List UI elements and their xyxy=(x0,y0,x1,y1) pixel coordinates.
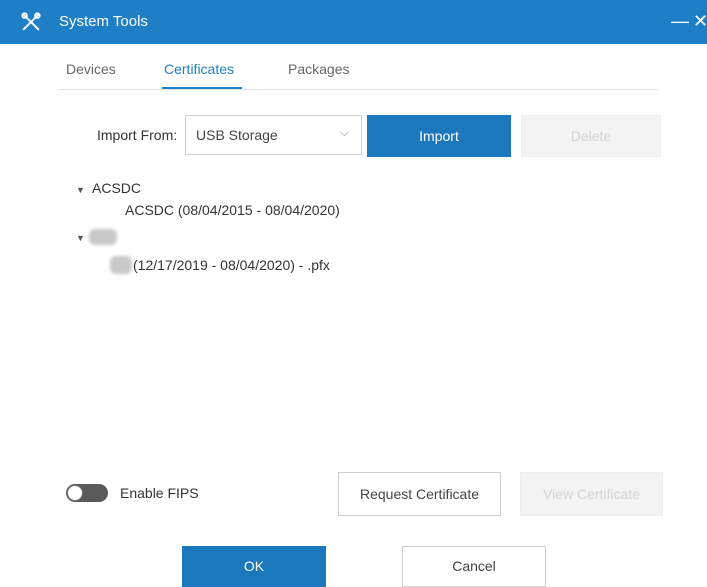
import-source-value: USB Storage xyxy=(196,127,278,143)
view-certificate-button: View Certificate xyxy=(520,472,663,516)
title-bar: System Tools — ✕ xyxy=(0,0,707,44)
cert-item-acsdc[interactable]: ACSDC (08/04/2015 - 08/04/2020) xyxy=(125,202,340,218)
chevron-down-icon: ⌵ xyxy=(339,125,349,139)
cancel-button[interactable]: Cancel xyxy=(402,546,546,587)
cert-group-acsdc[interactable]: ACSDC xyxy=(92,180,141,196)
import-from-label: Import From: xyxy=(97,127,178,143)
caret-down-icon[interactable]: ▼ xyxy=(76,185,85,195)
tab-certificates[interactable]: Certificates xyxy=(164,61,234,77)
redacted-cert-name xyxy=(110,256,132,274)
redacted-group-name[interactable] xyxy=(89,229,117,245)
close-button[interactable]: ✕ xyxy=(693,10,707,32)
cert-item-pfx[interactable]: (12/17/2019 - 08/04/2020) - .pfx xyxy=(133,257,330,273)
delete-button: Delete xyxy=(521,115,661,157)
tab-bar: Devices Certificates Packages xyxy=(58,44,658,90)
fips-toggle[interactable] xyxy=(66,484,108,502)
toggle-knob xyxy=(67,485,83,501)
caret-down-icon[interactable]: ▼ xyxy=(76,233,85,243)
ok-button[interactable]: OK xyxy=(182,546,326,587)
tab-divider xyxy=(58,89,658,90)
minimize-button[interactable]: — xyxy=(671,10,689,32)
fips-label: Enable FIPS xyxy=(120,485,199,501)
window-title: System Tools xyxy=(59,13,148,30)
import-button[interactable]: Import xyxy=(367,115,511,157)
request-certificate-button[interactable]: Request Certificate xyxy=(338,472,501,516)
import-source-select[interactable]: USB Storage ⌵ xyxy=(185,115,362,155)
tab-packages[interactable]: Packages xyxy=(288,61,349,77)
tab-devices[interactable]: Devices xyxy=(66,61,116,77)
tools-icon xyxy=(21,12,41,31)
